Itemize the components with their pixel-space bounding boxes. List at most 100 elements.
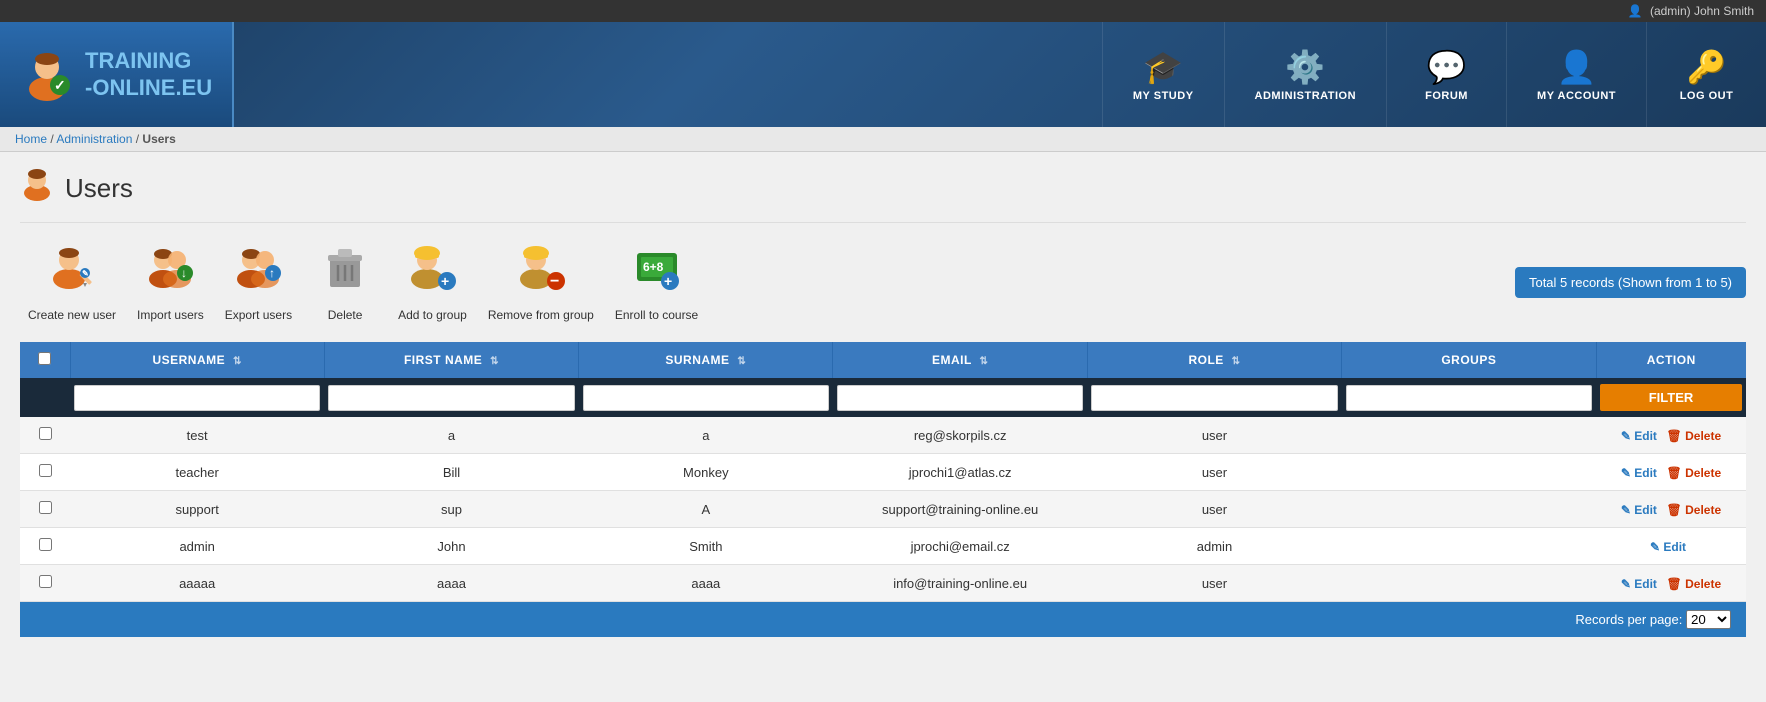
role-header[interactable]: ROLE ⇅: [1087, 342, 1341, 378]
logo-icon: ✓: [20, 47, 75, 102]
enroll-to-course-button[interactable]: 6+8 + Enroll to course: [607, 238, 706, 327]
edit-link-2[interactable]: ✎ Edit: [1621, 503, 1657, 517]
breadcrumb-administration[interactable]: Administration: [56, 132, 132, 146]
cell-surname-0: a: [579, 417, 833, 454]
cell-surname-2: A: [579, 491, 833, 528]
edit-link-0[interactable]: ✎ Edit: [1621, 429, 1657, 443]
action-header: ACTION: [1596, 342, 1746, 378]
my-account-label: MY ACCOUNT: [1537, 90, 1616, 102]
row-checkbox-1[interactable]: [39, 464, 52, 477]
export-users-button[interactable]: ↑ Export users: [217, 238, 300, 327]
nav-my-study[interactable]: 🎓 MY STUDY: [1102, 22, 1224, 127]
enroll-to-course-icon: 6+8 +: [632, 243, 682, 304]
surname-header[interactable]: SURNAME ⇅: [579, 342, 833, 378]
breadcrumb-home[interactable]: Home: [15, 132, 47, 146]
firstname-filter[interactable]: [328, 385, 574, 411]
cell-username-1: teacher: [70, 454, 324, 491]
users-icon: [20, 167, 55, 210]
import-users-label: Import users: [137, 308, 204, 322]
delete-icon: [320, 243, 370, 304]
row-checkbox-0[interactable]: [39, 427, 52, 440]
my-study-icon: 🎓: [1143, 48, 1183, 86]
username-sort: ⇅: [233, 356, 242, 367]
row-checkbox-2[interactable]: [39, 501, 52, 514]
filter-button[interactable]: FILTER: [1600, 384, 1742, 411]
cell-surname-3: Smith: [579, 528, 833, 565]
page-title: Users: [65, 173, 133, 204]
cell-groups-2: [1342, 491, 1596, 528]
role-filter[interactable]: [1091, 385, 1337, 411]
delete-link-1[interactable]: 🗑 Delete: [1667, 466, 1722, 480]
delete-link-0[interactable]: 🗑 Delete: [1667, 429, 1722, 443]
remove-from-group-icon: −: [516, 243, 566, 304]
nav-forum[interactable]: 💬 FORUM: [1386, 22, 1506, 127]
log-out-icon: 🔑: [1687, 48, 1727, 86]
records-per-page-label: Records per page:: [1575, 612, 1682, 627]
cell-firstname-3: John: [324, 528, 578, 565]
add-to-group-icon: +: [407, 243, 457, 304]
nav-items: 🎓 MY STUDY ⚙️ ADMINISTRATION 💬 FORUM 👤 M…: [234, 22, 1766, 127]
header: ✓ TRAINING -ONLINE.EU 🎓 MY STUDY ⚙️ ADMI…: [0, 22, 1766, 127]
nav-administration[interactable]: ⚙️ ADMINISTRATION: [1224, 22, 1387, 127]
cell-firstname-4: aaaa: [324, 565, 578, 602]
table-body: test a a reg@skorpils.cz user ✎ Edit 🗑 D…: [20, 417, 1746, 602]
nav-log-out[interactable]: 🔑 LOG OUT: [1646, 22, 1766, 127]
add-to-group-button[interactable]: + Add to group: [390, 238, 475, 327]
current-user: (admin) John Smith: [1650, 4, 1754, 18]
username-filter[interactable]: [74, 385, 320, 411]
groups-filter[interactable]: [1346, 385, 1592, 411]
svg-text:✎: ✎: [82, 269, 89, 278]
cell-firstname-2: sup: [324, 491, 578, 528]
edit-link-1[interactable]: ✎ Edit: [1621, 466, 1657, 480]
table-header-row: USERNAME ⇅ FIRST NAME ⇅ SURNAME ⇅ EMAIL …: [20, 342, 1746, 378]
records-per-page-select[interactable]: 10 20 50 100: [1686, 610, 1731, 629]
cell-role-0: user: [1087, 417, 1341, 454]
email-filter[interactable]: [837, 385, 1083, 411]
svg-text:+: +: [664, 273, 672, 289]
edit-link-4[interactable]: ✎ Edit: [1621, 577, 1657, 591]
table-row: teacher Bill Monkey jprochi1@atlas.cz us…: [20, 454, 1746, 491]
cell-action-4: ✎ Edit 🗑 Delete: [1596, 565, 1746, 602]
administration-icon: ⚙️: [1285, 48, 1325, 86]
cell-groups-4: [1342, 565, 1596, 602]
top-bar: 👤 (admin) John Smith: [0, 0, 1766, 22]
row-checkbox-3[interactable]: [39, 538, 52, 551]
delete-button[interactable]: Delete: [305, 238, 385, 327]
cell-username-3: admin: [70, 528, 324, 565]
select-all-checkbox[interactable]: [38, 352, 51, 365]
select-all-header[interactable]: [20, 342, 70, 378]
create-new-user-button[interactable]: ✎ Create new user: [20, 238, 124, 327]
svg-text:−: −: [550, 273, 559, 290]
import-users-button[interactable]: ↓ Import users: [129, 238, 212, 327]
svg-text:+: +: [441, 273, 449, 289]
email-header[interactable]: EMAIL ⇅: [833, 342, 1087, 378]
surname-filter[interactable]: [583, 385, 829, 411]
cell-surname-4: aaaa: [579, 565, 833, 602]
edit-link-3[interactable]: ✎ Edit: [1650, 540, 1686, 554]
logo-text: TRAINING -ONLINE.EU: [85, 48, 212, 101]
firstname-header[interactable]: FIRST NAME ⇅: [324, 342, 578, 378]
table-filter-row: FILTER: [20, 378, 1746, 417]
groups-header: GROUPS: [1342, 342, 1596, 378]
cell-username-2: support: [70, 491, 324, 528]
cell-email-2: support@training-online.eu: [833, 491, 1087, 528]
role-sort: ⇅: [1232, 356, 1241, 367]
table-row: aaaaa aaaa aaaa info@training-online.eu …: [20, 565, 1746, 602]
cell-email-0: reg@skorpils.cz: [833, 417, 1087, 454]
remove-from-group-button[interactable]: − Remove from group: [480, 238, 602, 327]
delete-link-2[interactable]: 🗑 Delete: [1667, 503, 1722, 517]
breadcrumb-current: Users: [142, 132, 175, 146]
username-header[interactable]: USERNAME ⇅: [70, 342, 324, 378]
table-row: test a a reg@skorpils.cz user ✎ Edit 🗑 D…: [20, 417, 1746, 454]
cell-action-0: ✎ Edit 🗑 Delete: [1596, 417, 1746, 454]
cell-username-4: aaaaa: [70, 565, 324, 602]
row-checkbox-4[interactable]: [39, 575, 52, 588]
svg-text:✓: ✓: [54, 77, 66, 93]
cell-groups-3: [1342, 528, 1596, 565]
breadcrumb: Home / Administration / Users: [0, 127, 1766, 152]
cell-firstname-0: a: [324, 417, 578, 454]
nav-my-account[interactable]: 👤 MY ACCOUNT: [1506, 22, 1646, 127]
administration-label: ADMINISTRATION: [1255, 90, 1357, 102]
delete-link-4[interactable]: 🗑 Delete: [1667, 577, 1722, 591]
user-icon: 👤: [1628, 4, 1643, 18]
